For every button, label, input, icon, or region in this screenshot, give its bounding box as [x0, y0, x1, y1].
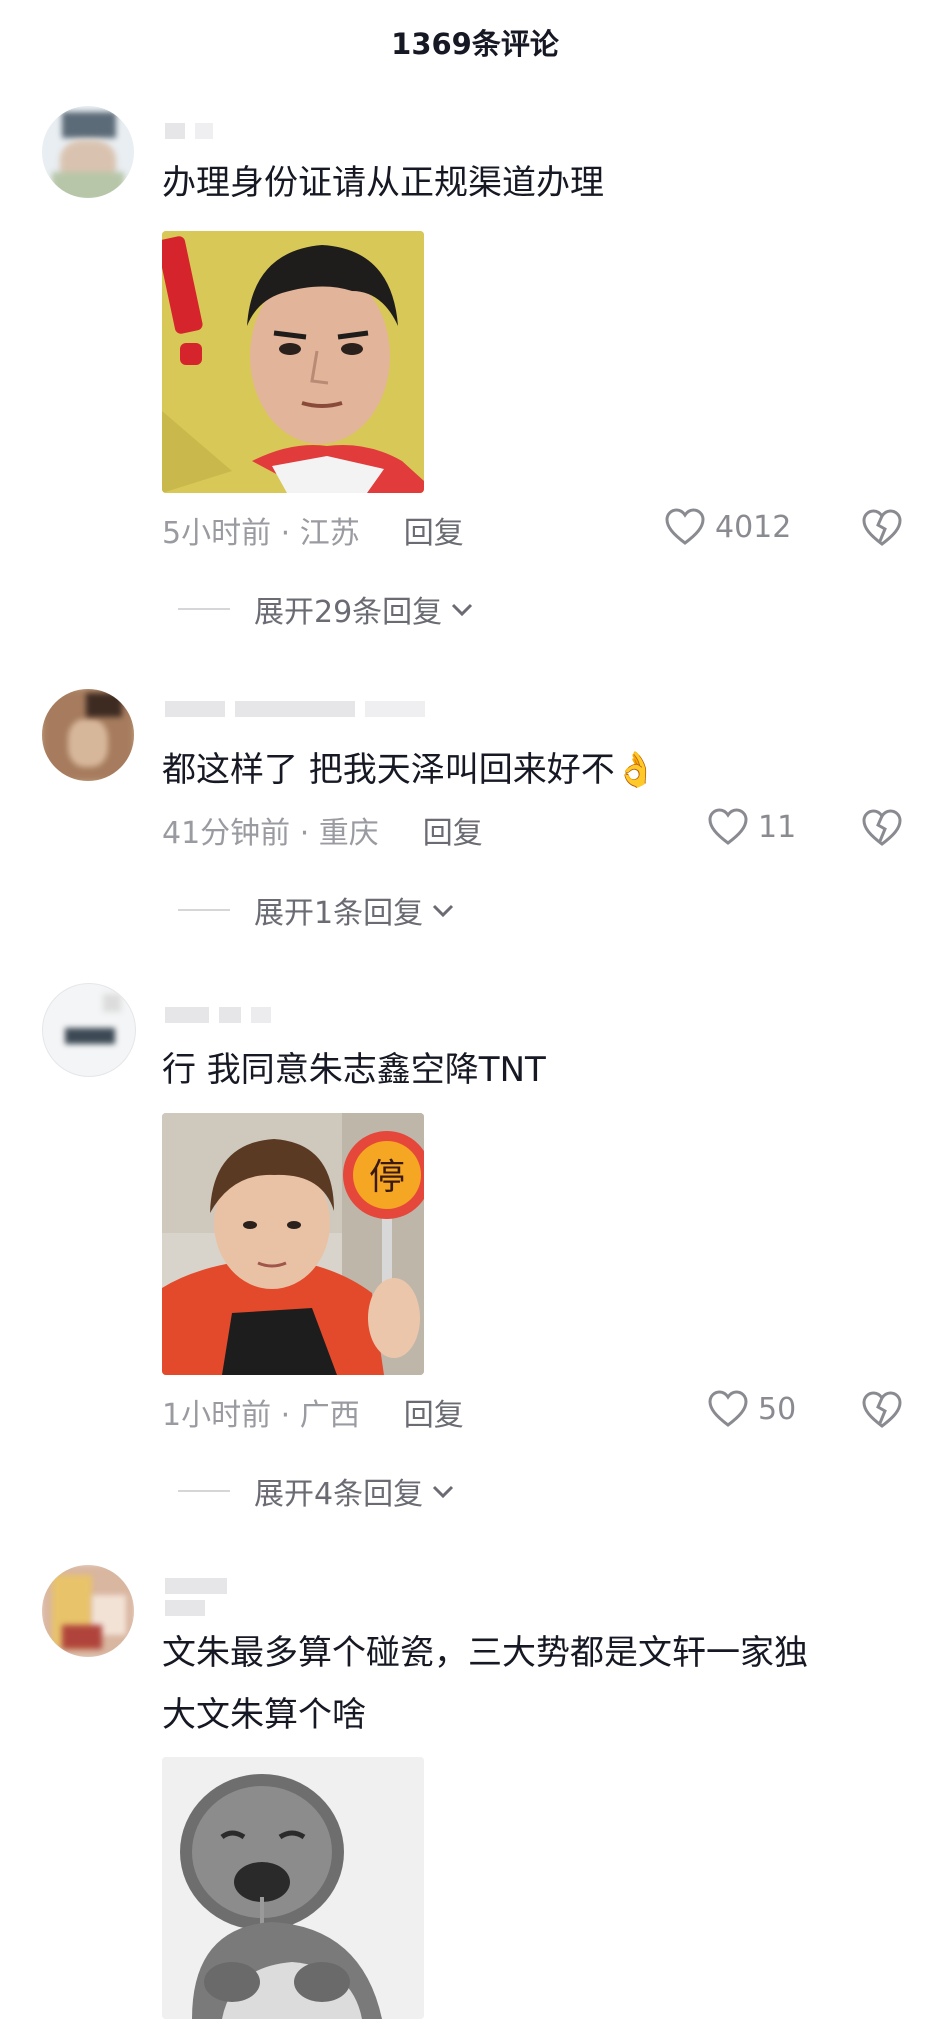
heart-outline-icon: [665, 508, 705, 545]
sticker-image[interactable]: 停: [162, 1113, 424, 1375]
username[interactable]: [165, 698, 425, 720]
like-button[interactable]: 4012: [665, 508, 791, 546]
avatar[interactable]: [42, 983, 136, 1077]
broken-heart-icon: [862, 509, 902, 546]
expand-replies-button[interactable]: 展开1条回复: [178, 888, 457, 932]
divider: [178, 909, 230, 911]
like-count: 50: [758, 1391, 797, 1427]
expand-replies-label: 展开4条回复: [254, 1477, 424, 1512]
comment-meta: 41分钟前 · 重庆 回复 11: [162, 808, 902, 852]
username-secondary: [165, 1597, 205, 1619]
stop-sign-text: 停: [369, 1157, 405, 1198]
broken-heart-icon: [862, 1391, 902, 1428]
avatar[interactable]: [42, 1565, 134, 1657]
divider: [178, 1490, 230, 1492]
sticker-man-exclaim: [162, 231, 424, 493]
avatar[interactable]: [42, 106, 134, 198]
comment-meta: 5小时前 · 江苏 回复 4012: [162, 508, 902, 552]
dislike-button[interactable]: [862, 1390, 902, 1438]
like-button[interactable]: 11: [708, 808, 796, 846]
time-location: 5小时前 · 江苏: [162, 516, 360, 551]
divider: [178, 608, 230, 610]
reply-button[interactable]: 回复: [404, 508, 464, 552]
reply-button[interactable]: 回复: [423, 808, 483, 852]
sticker-boy-stop-sign: 停: [162, 1113, 424, 1375]
username[interactable]: [165, 1004, 271, 1026]
sticker-laughing-baby: [162, 1757, 424, 2019]
like-count: 11: [758, 809, 797, 845]
sticker-image[interactable]: [162, 1757, 424, 2019]
username[interactable]: [165, 1575, 227, 1597]
chevron-down-icon: [452, 603, 473, 617]
chevron-down-icon: [433, 1485, 454, 1499]
broken-heart-icon: [862, 809, 902, 846]
comment-text: 办理身份证请从正规渠道办理: [162, 163, 604, 203]
expand-replies-button[interactable]: 展开4条回复: [178, 1469, 457, 1513]
comment-text: 文朱最多算个碰瓷，三大势都是文轩一家独 大文朱算个啥: [162, 1633, 808, 1735]
dislike-button[interactable]: [862, 808, 902, 856]
username[interactable]: [165, 120, 213, 142]
time-location: 1小时前 · 广西: [162, 1398, 360, 1433]
comment-count-title: 1369条评论: [391, 27, 559, 61]
comment-text: 行 我同意朱志鑫空降TNT: [162, 1050, 546, 1090]
expand-replies-label: 展开1条回复: [254, 896, 424, 931]
expand-replies-button[interactable]: 展开29条回复: [178, 587, 476, 631]
heart-outline-icon: [708, 1390, 748, 1427]
comment-meta: 1小时前 · 广西 回复 50: [162, 1390, 902, 1434]
comments-header: 1369条评论: [0, 0, 950, 84]
heart-outline-icon: [708, 808, 748, 845]
chevron-down-icon: [433, 904, 454, 918]
time-location: 41分钟前 · 重庆: [162, 816, 379, 851]
like-count: 4012: [715, 509, 792, 545]
dislike-button[interactable]: [862, 508, 902, 556]
like-button[interactable]: 50: [708, 1390, 796, 1428]
sticker-image[interactable]: [162, 231, 424, 493]
reply-button[interactable]: 回复: [404, 1390, 464, 1434]
comment-text: 都这样了 把我天泽叫回来好不👌: [162, 750, 658, 790]
expand-replies-label: 展开29条回复: [254, 595, 443, 630]
avatar[interactable]: [42, 689, 134, 781]
